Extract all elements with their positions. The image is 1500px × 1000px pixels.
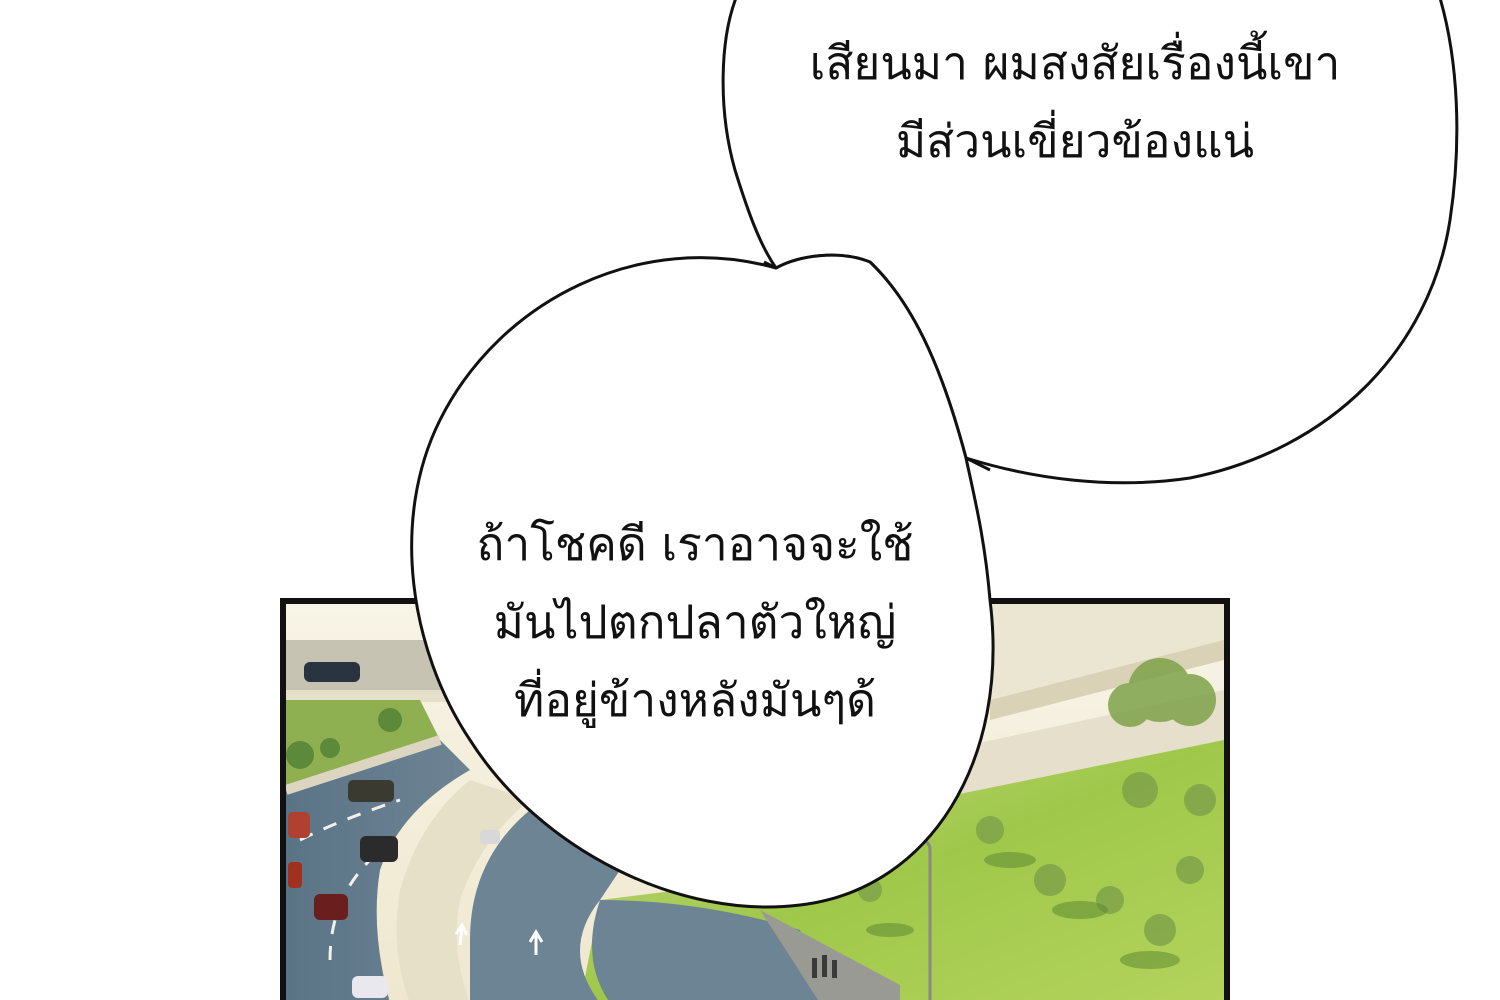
speech-line: มีส่วนเขี่ยวข้องแน่ <box>895 114 1255 168</box>
speech-line: ถ้าโชคดี เราอาจจะใช้ <box>476 517 914 571</box>
speech-text-top: เสียนมา ผมสงสัยเรื่องนี้เขา มีส่วนเขี่ยว… <box>770 24 1380 180</box>
speech-line: เสียนมา ผมสงสัยเรื่องนี้เขา <box>809 36 1341 90</box>
comic-page: เสียนมา ผมสงสัยเรื่องนี้เขา มีส่วนเขี่ยว… <box>0 0 1500 1000</box>
speech-line: ที่อยู่ข้างหลังมันๆด้ <box>514 673 876 727</box>
speech-line: มันไปตกปลาตัวใหญ่ <box>493 595 897 649</box>
speech-text-bottom: ถ้าโชคดี เราอาจจะใช้ มันไปตกปลาตัวใหญ่ ท… <box>440 505 950 739</box>
